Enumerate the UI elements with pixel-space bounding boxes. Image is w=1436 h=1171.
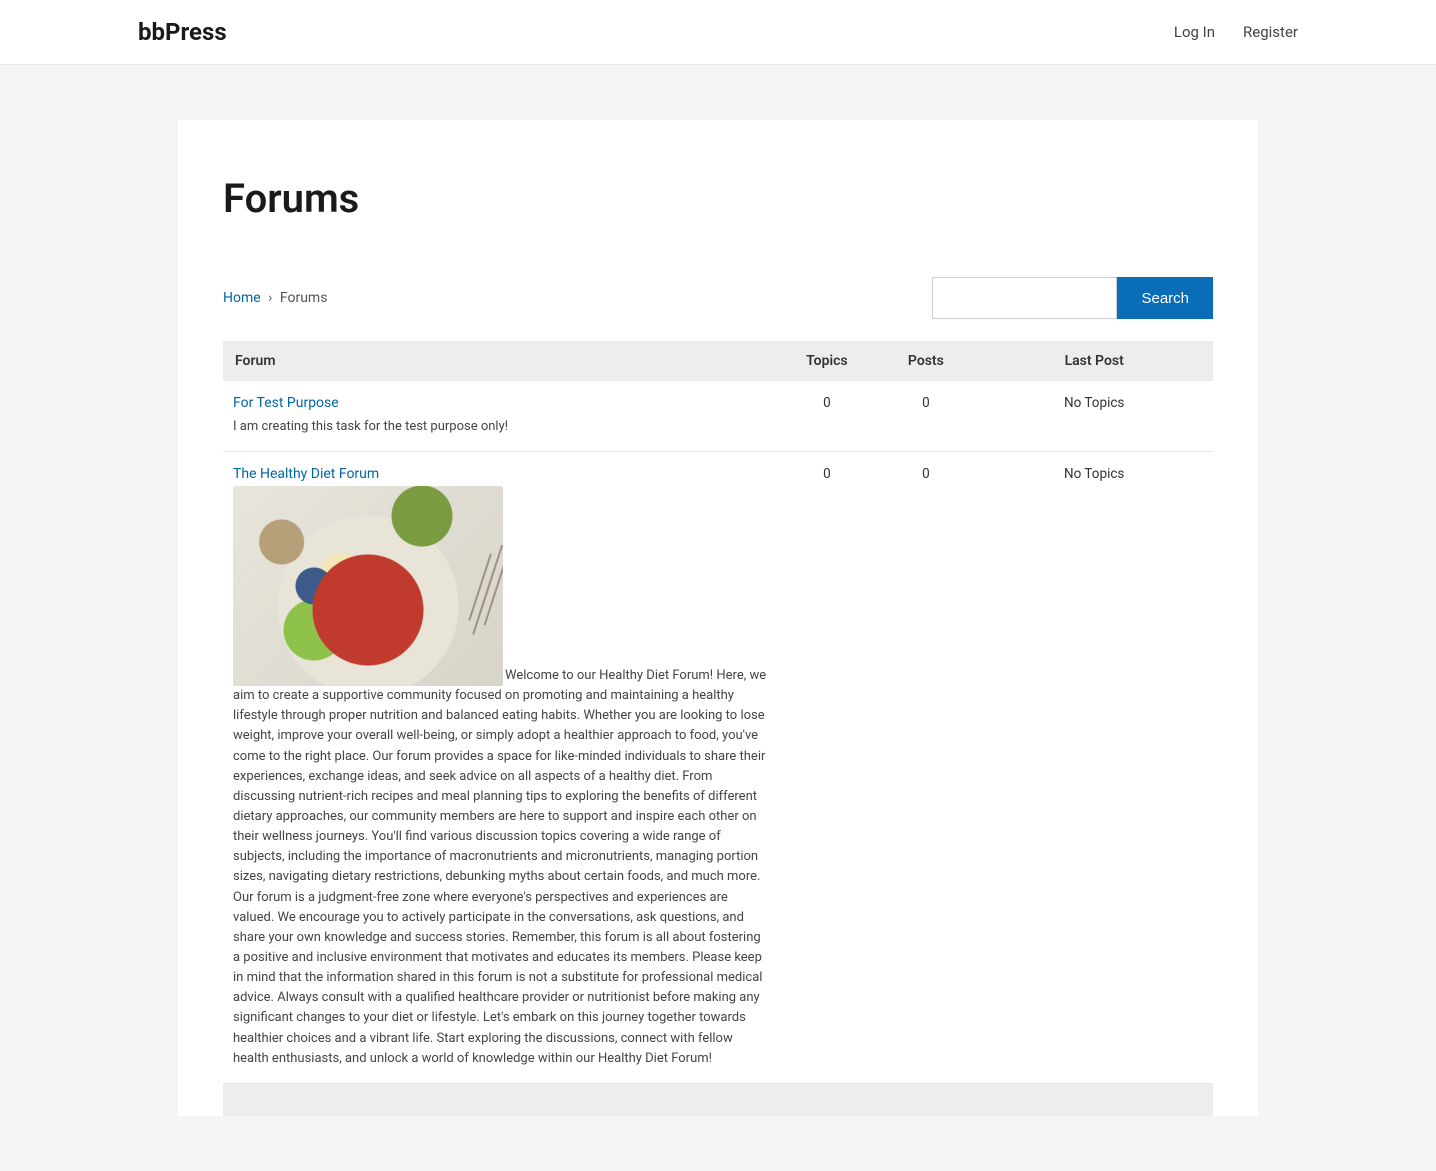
forum-description: I am creating this task for the test pur… <box>233 417 767 437</box>
header-nav: Log In Register <box>1174 23 1298 41</box>
forum-last-post: No Topics <box>975 452 1213 1084</box>
forum-last-post: No Topics <box>975 381 1213 452</box>
search-form: Search <box>932 277 1213 319</box>
register-link[interactable]: Register <box>1243 23 1298 41</box>
page-background: Forums Home › Forums Search Forum Topics… <box>0 65 1436 1171</box>
breadcrumb-home[interactable]: Home <box>223 290 261 306</box>
breadcrumb-separator: › <box>268 290 272 306</box>
forum-topics-count: 0 <box>777 452 876 1084</box>
forums-table: Forum Topics Posts Last Post For Test Pu… <box>223 341 1213 1084</box>
forum-thumbnail-image <box>233 486 503 686</box>
column-header-last-post: Last Post <box>975 341 1213 381</box>
forum-title-link[interactable]: For Test Purpose <box>233 395 339 411</box>
page-title: Forums <box>223 175 1213 222</box>
table-row: The Healthy Diet Forum Welcome to our He… <box>223 452 1213 1084</box>
forum-posts-count: 0 <box>876 452 975 1084</box>
breadcrumb: Home › Forums <box>223 290 327 306</box>
login-link[interactable]: Log In <box>1174 23 1215 41</box>
column-header-posts: Posts <box>876 341 975 381</box>
search-input[interactable] <box>932 277 1117 319</box>
forum-description: Welcome to our Healthy Diet Forum! Here,… <box>233 486 767 1069</box>
forum-title-link[interactable]: The Healthy Diet Forum <box>233 466 379 482</box>
forum-topics-count: 0 <box>777 381 876 452</box>
column-header-topics: Topics <box>777 341 876 381</box>
table-row: For Test Purpose I am creating this task… <box>223 381 1213 452</box>
site-header: bbPress Log In Register <box>0 0 1436 65</box>
forum-description-text: Welcome to our Healthy Diet Forum! Here,… <box>233 668 766 1066</box>
forum-posts-count: 0 <box>876 381 975 452</box>
breadcrumb-current: Forums <box>280 290 328 306</box>
column-header-forum: Forum <box>223 341 777 381</box>
search-button[interactable]: Search <box>1117 277 1213 319</box>
content-card: Forums Home › Forums Search Forum Topics… <box>178 120 1258 1116</box>
site-title[interactable]: bbPress <box>138 18 227 46</box>
table-footer-bar <box>223 1084 1213 1116</box>
